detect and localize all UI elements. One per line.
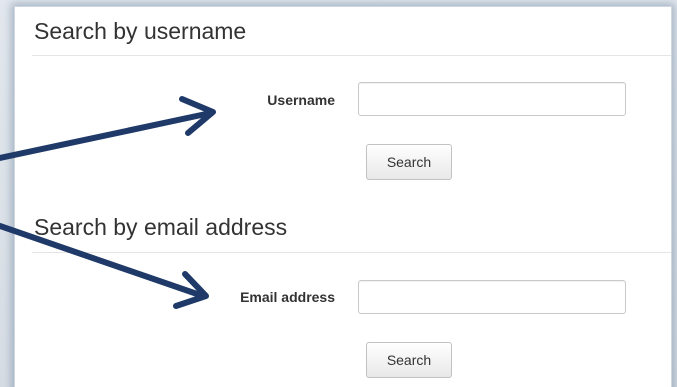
- email-search-button[interactable]: Search: [366, 342, 452, 378]
- email-input[interactable]: [358, 280, 626, 314]
- username-label: Username: [267, 92, 335, 108]
- section-divider: [32, 55, 671, 56]
- email-section-title: Search by email address: [34, 214, 288, 240]
- username-input[interactable]: [358, 82, 626, 116]
- section-divider: [32, 252, 671, 253]
- user-search-panel: Search by username Username Search Searc…: [14, 6, 672, 387]
- username-search-button[interactable]: Search: [366, 144, 452, 180]
- username-section-title: Search by username: [34, 18, 247, 44]
- email-label: Email address: [240, 289, 335, 305]
